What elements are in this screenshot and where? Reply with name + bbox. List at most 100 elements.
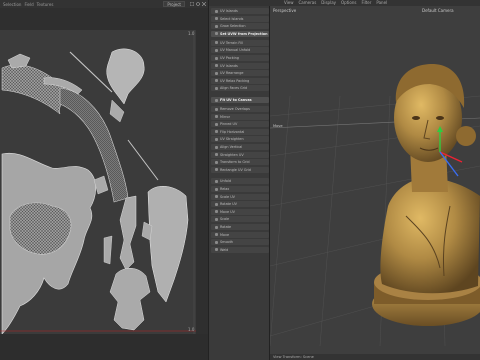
settings-icon[interactable] (196, 2, 200, 6)
tool-item[interactable]: Pinned UV (211, 121, 269, 128)
tool-item[interactable]: Remove Overlaps (211, 106, 269, 112)
tool-item[interactable]: Weld (211, 246, 269, 253)
tool-item[interactable]: Unfold (211, 178, 269, 185)
tool-icon (215, 248, 218, 252)
tool-icon (215, 17, 218, 21)
tool-label: Flip Horizontal (220, 129, 245, 134)
uv-island (93, 175, 109, 195)
tool-label: Align Faces Grid (220, 86, 248, 91)
uv-island (127, 139, 159, 181)
uv-island (147, 185, 189, 303)
tool-label: Pinned UV (220, 122, 238, 127)
tool-item[interactable]: UV Rearrange (211, 70, 269, 77)
tool-item[interactable]: Flip Horizontal (211, 128, 269, 135)
tool-item[interactable]: Relax (211, 186, 269, 192)
tool-item[interactable]: Align Faces Grid (211, 85, 269, 92)
viewport-status-bar: View Transform: Scene (270, 354, 480, 360)
tool-item[interactable]: Rectangle UV Grid (211, 166, 269, 173)
tool-item[interactable]: Transform to Grid (211, 159, 269, 166)
uv-tools-panel: UV Islands Select Islands Grow Selection Se… (208, 0, 271, 360)
bust-eye (412, 116, 420, 120)
tools-header (209, 0, 271, 6)
expand-icon[interactable] (202, 2, 206, 6)
tool-item[interactable]: Scale (211, 216, 269, 223)
tool-item[interactable]: Smooth (211, 239, 269, 246)
tool-label: Smooth (220, 240, 234, 245)
uv-island (106, 48, 145, 105)
uv-islands-drawing (0, 30, 196, 334)
uv-coord-label: 1.0 (188, 327, 195, 332)
tool-item[interactable]: Move (211, 231, 269, 238)
tool-icon (215, 71, 218, 75)
tool-item[interactable]: Rotate (211, 224, 269, 230)
tool-icon (215, 64, 218, 68)
bust-torso (380, 178, 480, 294)
bust-hair-bun (456, 126, 476, 146)
tool-icon (215, 179, 218, 183)
tool-label: UV Packing (220, 56, 239, 60)
tool-icon (215, 233, 218, 237)
tool-item[interactable]: Rotate UV (211, 201, 269, 208)
tool-icon (215, 122, 218, 126)
project-select[interactable]: Project (163, 1, 185, 7)
tool-icon (215, 145, 218, 149)
tool-item[interactable]: Align Vertical (211, 144, 269, 150)
tool-label: Rotate (220, 225, 232, 229)
tool-item[interactable]: UV Islands (211, 8, 269, 14)
tool-icon (215, 225, 218, 229)
uv-editor-panel: Selection Field Textures Project 1.0 1.0 (0, 0, 208, 360)
uv-island (109, 268, 151, 331)
menu-item[interactable]: Field (24, 2, 33, 7)
uv-island (103, 235, 113, 265)
menu-item[interactable]: Selection (3, 2, 21, 7)
tool-icon (215, 202, 218, 206)
tool-item[interactable]: UV Islands (211, 62, 269, 69)
uv-island (119, 195, 137, 271)
menu-item[interactable]: Textures (37, 2, 54, 7)
tool-label: Move (220, 232, 230, 237)
tool-item[interactable]: Straighten UV (211, 151, 269, 158)
tool-icon (215, 56, 218, 60)
tool-item[interactable]: Grow Selection (211, 23, 269, 30)
tool-item[interactable]: UV Packing (211, 55, 269, 61)
tool-label: Grow Selection (220, 24, 246, 29)
tool-item[interactable]: UV Terrain Fill (211, 39, 269, 46)
tool-item[interactable]: Fit UV to Canvas (211, 97, 269, 103)
tool-item[interactable]: Move UV (211, 208, 269, 215)
tool-label: UV Relax Packing (220, 78, 250, 83)
tool-label: Fit UV to Canvas (220, 98, 252, 102)
viewport-3d[interactable]: View Cameras Display Options Filter Pane… (270, 0, 480, 360)
tool-item[interactable]: Select Islands (211, 15, 269, 22)
viewport-scene (270, 64, 480, 347)
tool-icon (215, 48, 218, 52)
tool-item[interactable]: UV Straighten (211, 136, 269, 143)
tool-label: Weld (220, 247, 229, 252)
tool-icon (215, 32, 218, 36)
bust-eye (436, 116, 444, 120)
uv-canvas[interactable]: 1.0 1.0 (0, 30, 196, 334)
tool-label: UV Islands (220, 63, 238, 68)
tool-label: Mirror (220, 114, 230, 119)
tool-icon (215, 168, 218, 172)
tool-label: UV Terrain Fill (220, 40, 243, 45)
app-window: Selection Field Textures Project 1.0 1.0… (0, 0, 480, 360)
tool-icon (215, 107, 218, 111)
tool-label: Rotate UV (220, 202, 237, 207)
tool-item[interactable]: Scale UV (211, 193, 269, 200)
tool-label: Straighten UV (220, 152, 244, 157)
tool-item[interactable]: UV Manual Unfold (211, 47, 269, 54)
tool-icon (215, 130, 218, 134)
grid-icon[interactable] (190, 2, 194, 6)
tool-label: Scale UV (220, 194, 236, 199)
tool-label: Unfold (220, 179, 231, 184)
uv-bottom-bar (0, 334, 208, 360)
tool-icon (215, 217, 218, 221)
tool-item[interactable]: Set UVW from Projection (211, 30, 269, 37)
tool-icon (215, 137, 218, 141)
tool-item[interactable]: Mirror (211, 113, 269, 120)
tool-icon (215, 98, 218, 102)
tool-icon (215, 240, 218, 244)
tool-label: Select Islands (220, 16, 244, 21)
tool-item[interactable]: UV Relax Packing (211, 77, 269, 84)
tool-icon (215, 187, 218, 191)
